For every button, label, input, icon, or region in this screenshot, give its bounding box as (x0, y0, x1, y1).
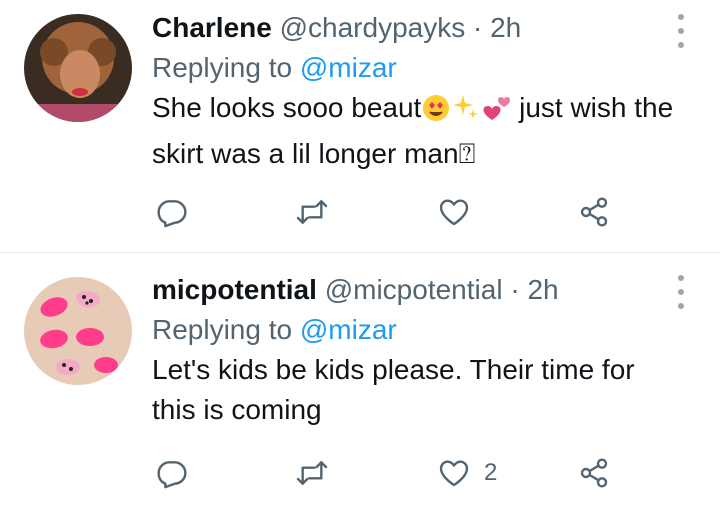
tweet[interactable]: micpotential @micpotential · 2h Replying… (0, 253, 720, 512)
share-icon (578, 196, 610, 228)
tweet-text: Let's kids be kids please. Their time fo… (152, 354, 635, 425)
display-name[interactable]: micpotential (152, 274, 317, 305)
separator-dot: · (473, 12, 483, 43)
like-button[interactable]: 2 (438, 453, 497, 493)
user-handle[interactable]: @chardypayks (280, 12, 466, 43)
tweet-header: micpotential @micpotential · 2h (152, 270, 680, 310)
reply-icon (156, 457, 188, 489)
share-icon (578, 457, 610, 489)
two-hearts-emoji (481, 93, 511, 134)
tweet-actions (152, 192, 622, 232)
retweet-icon (296, 457, 328, 489)
more-icon[interactable] (676, 14, 686, 48)
like-icon (438, 457, 470, 489)
replying-to: Replying to @mizar (152, 310, 680, 350)
tweet-actions: 2 (152, 453, 622, 493)
missing-glyph: ⍰ (458, 138, 476, 169)
like-icon (438, 196, 470, 228)
tweet-header: Charlene @chardypayks · 2h (152, 8, 680, 48)
more-icon[interactable] (676, 275, 686, 309)
retweet-button[interactable] (296, 453, 328, 493)
tweet[interactable]: Charlene @chardypayks · 2h Replying to @… (0, 0, 720, 253)
like-button[interactable] (438, 192, 484, 232)
share-button[interactable] (578, 192, 610, 232)
mention-link[interactable]: @mizar (300, 314, 397, 345)
replying-prefix: Replying to (152, 314, 293, 345)
like-count: 2 (484, 459, 498, 486)
timestamp[interactable]: 2h (527, 274, 558, 305)
tweet-text: She looks sooo beaut just wish the skirt… (152, 88, 680, 174)
avatar[interactable] (24, 14, 132, 122)
display-name[interactable]: Charlene (152, 12, 272, 43)
user-handle[interactable]: @micpotential (325, 274, 503, 305)
sparkles-emoji (451, 93, 481, 134)
timestamp[interactable]: 2h (490, 12, 521, 43)
avatar[interactable] (24, 277, 132, 385)
separator-dot: · (510, 274, 520, 305)
reply-icon (156, 196, 188, 228)
replying-prefix: Replying to (152, 52, 293, 83)
reply-button[interactable] (156, 192, 188, 232)
reply-button[interactable] (156, 453, 188, 493)
mention-link[interactable]: @mizar (300, 52, 397, 83)
retweet-icon (296, 196, 328, 228)
heart-eyes-emoji (421, 93, 451, 134)
share-button[interactable] (578, 453, 610, 493)
replying-to: Replying to @mizar (152, 48, 680, 88)
tweet-text-part: She looks sooo beaut (152, 92, 422, 123)
retweet-button[interactable] (296, 192, 328, 232)
